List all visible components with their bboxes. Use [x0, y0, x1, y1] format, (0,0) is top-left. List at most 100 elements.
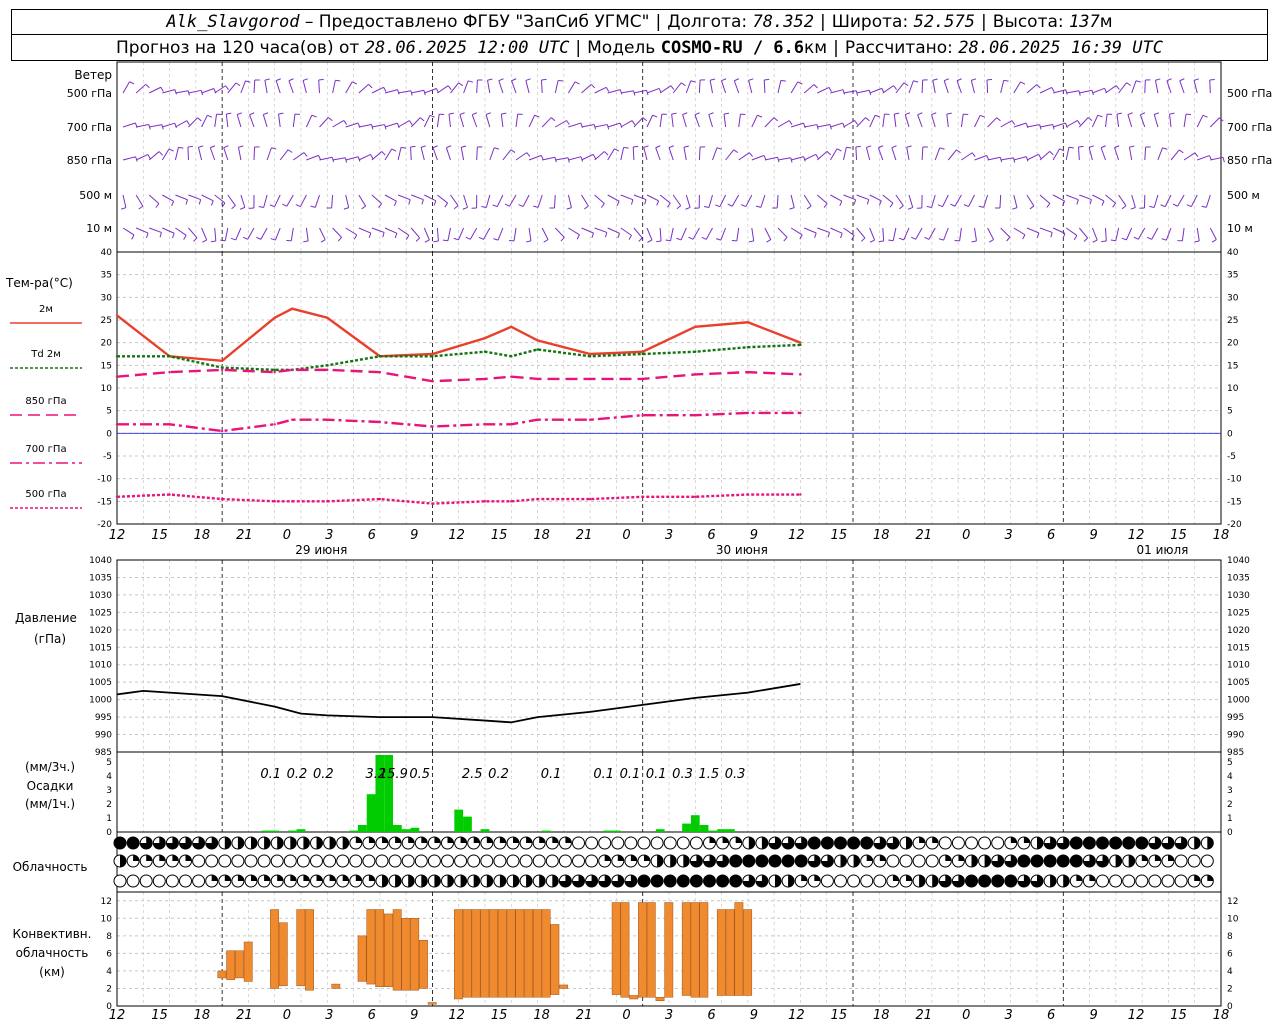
precip-ytick: 2	[106, 800, 112, 810]
temp-point	[510, 325, 513, 328]
cloud-cover-icon	[283, 854, 297, 868]
hour-label: 9	[750, 1008, 758, 1023]
cloud-cover-icon	[585, 854, 599, 868]
cloud-cover-icon	[310, 874, 323, 888]
pressure-ytick: 1000	[89, 696, 112, 706]
precip-bar	[349, 830, 358, 832]
cloud-cover-icon	[1187, 854, 1201, 868]
convective-title-line: Конвективн.	[13, 927, 92, 941]
cloud-cover-icon	[532, 854, 546, 868]
cloud-cover-icon	[572, 874, 585, 888]
cloud-cover-icon	[755, 836, 769, 850]
cloud-cover-icon	[192, 874, 206, 888]
temp-ytick: 25	[1227, 316, 1238, 326]
convective-bar	[541, 909, 551, 998]
temp-point	[694, 373, 697, 376]
precip-3h-label: 1.5	[698, 767, 719, 782]
cloud-cover-icon	[1122, 836, 1136, 850]
temp-series-line	[116, 368, 801, 383]
precip-bar	[410, 827, 420, 832]
precip-3h-label: 0.1	[620, 767, 641, 782]
cloud-cover-icon	[925, 854, 939, 868]
cloud-cover-icon	[480, 874, 494, 888]
precip-ytick: 2	[1227, 800, 1233, 810]
temp-ytick: 10	[101, 384, 113, 394]
hour-label: 15	[831, 1008, 848, 1023]
hour-label: 21	[236, 1008, 253, 1023]
pressure-ytick: 1010	[1227, 661, 1250, 671]
precip-ytick: 0	[1227, 828, 1233, 838]
convective-bar	[296, 909, 306, 987]
precip-bar	[296, 829, 306, 832]
precip-bar	[270, 830, 280, 832]
cloud-cover-icon	[820, 836, 834, 850]
cloud-cover-icon	[742, 874, 756, 888]
cloud-cover-icon	[1043, 836, 1057, 850]
cloud-cover-icon	[938, 836, 952, 850]
hour-label: 0	[283, 528, 291, 543]
cloud-cover-icon	[152, 854, 166, 868]
cloud-cover-icon	[427, 874, 441, 888]
cloud-cover-icon	[139, 874, 153, 888]
cloud-cover-icon	[231, 874, 245, 888]
cloud-cover-icon	[493, 874, 507, 888]
cloud-cover-icon	[729, 854, 743, 868]
cloud-cover-icon	[1082, 874, 1096, 888]
precip-bar	[603, 830, 613, 832]
convective-bar	[524, 909, 534, 998]
temp-point	[378, 370, 382, 374]
convective-bar	[401, 918, 411, 991]
temp-point	[220, 368, 224, 372]
cloud-cover-icon	[1200, 854, 1214, 868]
cloud-cover-icon	[362, 874, 376, 888]
cloud-cover-icon	[1187, 836, 1201, 850]
cloud-cover-icon	[729, 874, 743, 888]
temp-ytick: 35	[1227, 271, 1238, 281]
cloud-cover-icon	[558, 836, 572, 850]
hour-label: 6	[368, 528, 376, 543]
cloud-cover-icon	[716, 874, 730, 888]
cloud-cover-icon	[336, 874, 350, 888]
cloud-cover-icon	[1174, 854, 1188, 868]
temp-ytick: 40	[101, 248, 113, 258]
cloud-cover-icon	[1135, 836, 1149, 850]
convective-ytick: 6	[106, 949, 112, 959]
cloud-cover-icon	[205, 836, 219, 850]
cloud-cover-icon	[978, 836, 992, 850]
convective-bar	[734, 902, 744, 996]
convective-bar	[629, 995, 639, 1000]
temp-point	[168, 493, 171, 496]
cloud-cover-icon	[572, 836, 585, 850]
cloud-cover-icon	[480, 836, 494, 850]
temp-point	[378, 420, 382, 424]
hour-label: 9	[410, 1008, 418, 1023]
hour-label: 3	[1005, 1008, 1013, 1023]
cloud-cover-icon	[755, 874, 769, 888]
convective-ytick: 2	[106, 984, 112, 994]
precip-ytick: 3	[106, 786, 112, 796]
cloud-cover-icon	[310, 854, 323, 868]
cloud-cover-icon	[716, 854, 730, 868]
cloud-cover-icon	[218, 836, 232, 850]
precip-bar	[699, 825, 709, 832]
cloud-cover-icon	[611, 874, 625, 888]
cloud-cover-icon	[991, 854, 1005, 868]
temp-point	[799, 411, 802, 415]
temp-point	[641, 414, 644, 417]
cloud-cover-icon	[716, 836, 730, 850]
cloud-cover-icon	[139, 836, 153, 850]
cloud-cover-icon	[637, 836, 651, 850]
cloud-cover-icon	[951, 836, 965, 850]
temp-point	[641, 495, 644, 498]
convective-bar	[699, 902, 709, 998]
temp-point	[641, 350, 644, 353]
convective-ytick: 2	[1227, 984, 1233, 994]
convective-ytick: 8	[106, 932, 112, 942]
cloud-cover-icon	[742, 836, 756, 850]
temp-point	[431, 502, 434, 505]
cloud-cover-icon	[676, 836, 690, 850]
temp-point	[746, 321, 750, 324]
convective-bar	[427, 1002, 437, 1005]
temp-point	[378, 497, 382, 501]
hour-label: 9	[1089, 1008, 1097, 1023]
